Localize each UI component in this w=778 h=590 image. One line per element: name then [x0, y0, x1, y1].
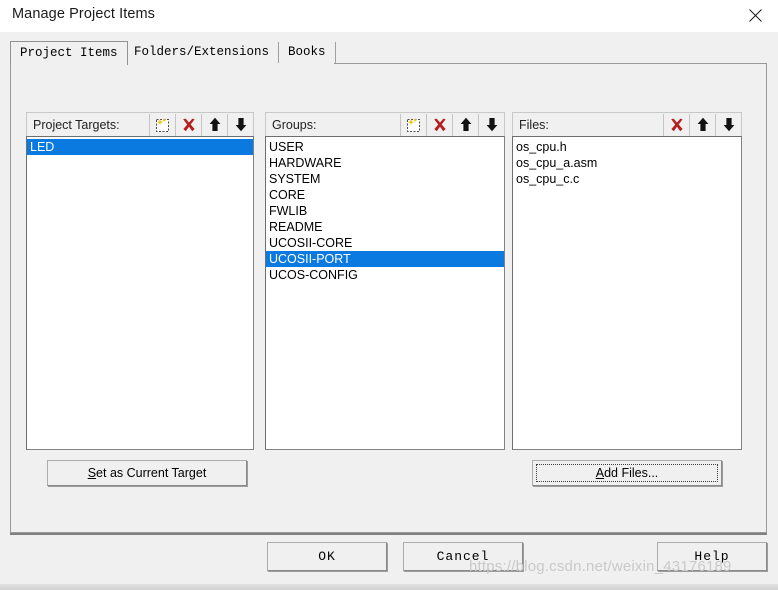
new-item-icon	[405, 117, 422, 133]
list-item[interactable]: USER	[266, 139, 504, 155]
groups-move-down-button[interactable]	[478, 113, 504, 136]
cancel-button[interactable]: Cancel	[403, 542, 523, 571]
list-item[interactable]: FWLIB	[266, 203, 504, 219]
delete-item-icon	[669, 117, 685, 133]
list-item[interactable]: UCOSII-CORE	[266, 235, 504, 251]
list-item[interactable]: SYSTEM	[266, 171, 504, 187]
project-targets-move-down-button[interactable]	[227, 113, 253, 136]
tab-strip: Project Items Folders/Extensions Books	[10, 41, 768, 65]
move-up-icon	[459, 117, 473, 132]
files-listbox[interactable]: os_cpu.h os_cpu_a.asm os_cpu_c.c	[512, 136, 742, 450]
groups-new-button[interactable]	[400, 113, 426, 136]
close-button[interactable]	[732, 0, 778, 31]
move-down-icon	[234, 117, 248, 132]
ok-button[interactable]: OK	[267, 542, 387, 571]
list-item[interactable]: os_cpu_c.c	[513, 171, 741, 187]
set-as-current-target-button[interactable]: Set as Current Target	[47, 460, 247, 486]
tab-project-items[interactable]: Project Items	[10, 41, 128, 65]
list-item[interactable]: UCOS-CONFIG	[266, 267, 504, 283]
tab-books[interactable]: Books	[279, 42, 336, 64]
dialog-body: Project Items Folders/Extensions Books P…	[0, 32, 778, 590]
new-item-icon	[154, 117, 171, 133]
files-delete-button[interactable]	[663, 113, 689, 136]
files-panel: Files: os_cpu.h os_cpu_a.asm os_cpu_c.c	[512, 112, 742, 450]
add-files-label: dd Files...	[604, 466, 659, 480]
add-files-accel: A	[595, 466, 605, 480]
groups-panel: Groups: USER HARDWARE SYSTEM CORE FWLIB …	[265, 112, 505, 450]
groups-move-up-button[interactable]	[452, 113, 478, 136]
tabpage-top-border-right	[334, 63, 767, 64]
set-target-label: et as Current Target	[96, 466, 207, 480]
list-item[interactable]: UCOSII-PORT	[266, 251, 504, 267]
set-target-accel: S	[87, 466, 97, 480]
files-label: Files:	[519, 117, 549, 132]
files-header: Files:	[512, 112, 742, 136]
groups-listbox[interactable]: USER HARDWARE SYSTEM CORE FWLIB README U…	[265, 136, 505, 450]
delete-item-icon	[432, 117, 448, 133]
project-targets-label: Project Targets:	[33, 117, 120, 132]
cancel-label: Cancel	[436, 549, 490, 564]
list-item[interactable]: CORE	[266, 187, 504, 203]
window-title: Manage Project Items	[12, 6, 156, 22]
files-move-down-button[interactable]	[715, 113, 741, 136]
list-item[interactable]: os_cpu.h	[513, 139, 741, 155]
tab-folders-extensions[interactable]: Folders/Extensions	[125, 42, 280, 64]
move-up-icon	[696, 117, 710, 132]
groups-delete-button[interactable]	[426, 113, 452, 136]
list-item[interactable]: LED	[27, 139, 253, 155]
move-down-icon	[722, 117, 736, 132]
groups-header: Groups:	[265, 112, 505, 136]
list-item[interactable]: os_cpu_a.asm	[513, 155, 741, 171]
help-button[interactable]: Help	[657, 542, 767, 571]
list-item[interactable]: HARDWARE	[266, 155, 504, 171]
project-targets-new-button[interactable]	[149, 113, 175, 136]
project-targets-header: Project Targets:	[26, 112, 254, 136]
groups-label: Groups:	[272, 117, 317, 132]
project-targets-panel: Project Targets: LED	[26, 112, 254, 450]
move-up-icon	[208, 117, 222, 132]
list-item[interactable]: README	[266, 219, 504, 235]
files-move-up-button[interactable]	[689, 113, 715, 136]
move-down-icon	[485, 117, 499, 132]
project-targets-listbox[interactable]: LED	[26, 136, 254, 450]
footer-separator	[10, 533, 767, 535]
close-icon	[748, 9, 762, 22]
add-files-button[interactable]: Add Files...	[532, 460, 722, 486]
project-targets-delete-button[interactable]	[175, 113, 201, 136]
title-bar: Manage Project Items	[0, 0, 778, 33]
bottom-strip	[0, 584, 778, 590]
delete-item-icon	[181, 117, 197, 133]
project-targets-move-up-button[interactable]	[201, 113, 227, 136]
ok-label: OK	[318, 549, 336, 564]
help-label: Help	[694, 549, 730, 564]
